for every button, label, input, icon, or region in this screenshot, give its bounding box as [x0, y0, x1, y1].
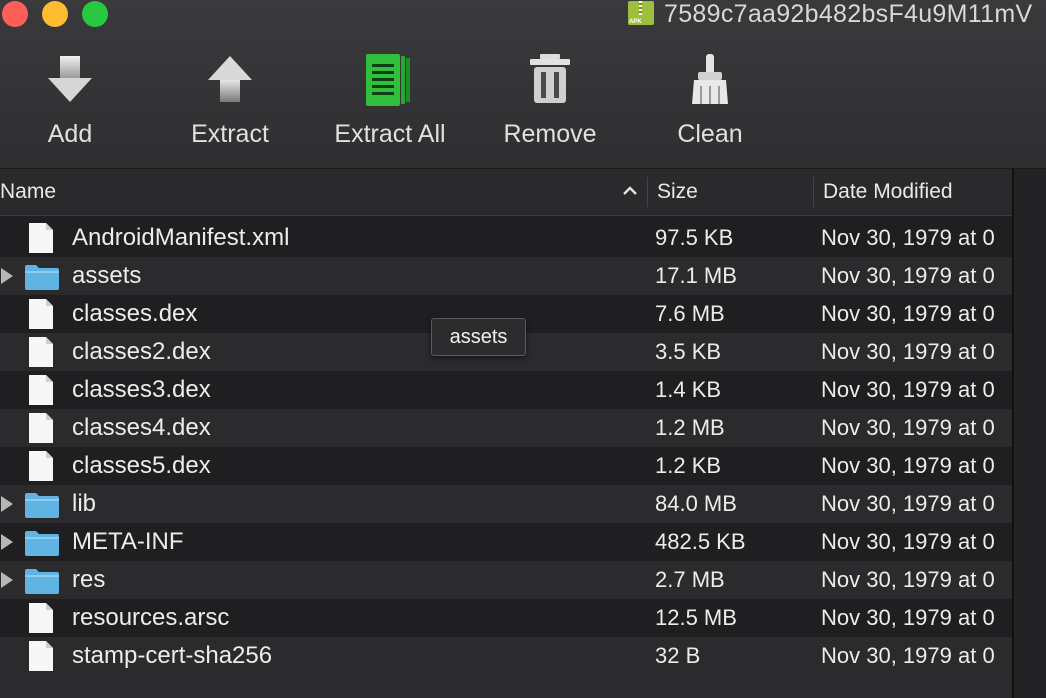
file-name: resources.arsc: [72, 604, 230, 631]
tooltip: assets: [431, 318, 526, 356]
file-name: classes3.dex: [72, 376, 211, 403]
file-row[interactable]: META-INF 482.5 KB Nov 30, 1979 at 0: [0, 523, 1012, 561]
file-date-modified: Nov 30, 1979 at 0: [821, 301, 995, 326]
clean-label: Clean: [677, 120, 743, 148]
column-header-size[interactable]: Size: [657, 169, 698, 215]
trash-icon: [530, 54, 570, 103]
extract-arrow-up-icon: [208, 56, 252, 102]
folder-icon: [25, 531, 59, 556]
document-file-icon: [29, 413, 53, 443]
disclosure-triangle-icon[interactable]: [1, 572, 13, 588]
minimize-window-button[interactable]: [42, 1, 68, 27]
file-name: classes.dex: [72, 300, 198, 327]
file-row[interactable]: assets 17.1 MB Nov 30, 1979 at 0: [0, 257, 1012, 295]
file-date-modified: Nov 30, 1979 at 0: [821, 263, 995, 288]
file-size: 7.6 MB: [655, 301, 725, 326]
disclosure-triangle-icon[interactable]: [1, 496, 13, 512]
clean-button[interactable]: Clean: [660, 46, 760, 156]
document-file-icon: [29, 375, 53, 405]
file-date-modified: Nov 30, 1979 at 0: [821, 377, 995, 402]
file-date-modified: Nov 30, 1979 at 0: [821, 415, 995, 440]
file-size: 32 B: [655, 643, 701, 668]
add-arrow-down-icon: [48, 56, 92, 102]
extract-all-button[interactable]: Extract All: [325, 46, 455, 156]
file-name: classes4.dex: [72, 414, 211, 441]
file-date-modified: Nov 30, 1979 at 0: [821, 529, 995, 554]
file-row[interactable]: AndroidManifest.xml 97.5 KB Nov 30, 1979 a…: [0, 219, 1012, 257]
add-label: Add: [47, 120, 93, 148]
file-name: stamp-cert-sha256: [72, 642, 273, 669]
file-list: AndroidManifest.xml 97.5 KB Nov 30, 1979 a…: [0, 219, 1012, 675]
file-size: 12.5 MB: [655, 605, 737, 630]
file-date-modified: Nov 30, 1979 at 0: [821, 605, 995, 630]
close-window-button[interactable]: [2, 1, 28, 27]
zoom-window-button[interactable]: [82, 1, 108, 27]
sort-ascending-icon[interactable]: [620, 181, 640, 201]
file-size: 17.1 MB: [655, 263, 737, 288]
file-date-modified: Nov 30, 1979 at 0: [821, 567, 995, 592]
file-name: res: [72, 566, 106, 593]
broom-icon: [692, 54, 728, 104]
file-size: 84.0 MB: [655, 491, 737, 516]
folder-icon: [25, 265, 59, 290]
add-button[interactable]: Add: [20, 46, 120, 156]
file-name: classes5.dex: [72, 452, 211, 479]
remove-button[interactable]: Remove: [495, 46, 605, 156]
toolbar-area: APK 7589c7aa92b482bsF4u9M11mV Add Extrac…: [0, 0, 1046, 169]
folder-icon: [25, 493, 59, 518]
file-row[interactable]: classes4.dex 1.2 MB Nov 30, 1979 at 0: [0, 409, 1012, 447]
document-file-icon: [29, 641, 53, 671]
file-date-modified: Nov 30, 1979 at 0: [821, 643, 995, 668]
file-name: lib: [72, 490, 97, 517]
column-header-name[interactable]: Name: [0, 169, 56, 215]
apk-file-icon: APK: [626, 1, 656, 27]
right-edge-panel: [1012, 169, 1046, 698]
disclosure-triangle-icon[interactable]: [1, 534, 13, 550]
document-file-icon: [29, 603, 53, 633]
extract-all-document-icon: [366, 54, 410, 106]
file-name: AndroidManifest.xml: [72, 224, 290, 251]
file-row[interactable]: stamp-cert-sha256 32 B Nov 30, 1979 at 0: [0, 637, 1012, 675]
file-name: META-INF: [72, 528, 184, 555]
window-title: 7589c7aa92b482bsF4u9M11mV: [664, 0, 1033, 28]
file-row[interactable]: classes5.dex 1.2 KB Nov 30, 1979 at 0: [0, 447, 1012, 485]
column-header-date[interactable]: Date Modified: [823, 169, 953, 215]
file-date-modified: Nov 30, 1979 at 0: [821, 453, 995, 478]
file-size: 97.5 KB: [655, 225, 734, 250]
file-date-modified: Nov 30, 1979 at 0: [821, 491, 995, 516]
extract-label: Extract: [191, 120, 269, 148]
window-title-area: APK 7589c7aa92b482bsF4u9M11mV: [626, 0, 1032, 28]
disclosure-triangle-icon[interactable]: [1, 268, 13, 284]
document-file-icon: [29, 337, 53, 367]
document-file-icon: [29, 223, 53, 253]
extract-button[interactable]: Extract: [180, 46, 280, 156]
file-date-modified: Nov 30, 1979 at 0: [821, 339, 995, 364]
list-footer: [0, 675, 1012, 698]
column-divider[interactable]: [647, 177, 648, 207]
file-size: 482.5 KB: [655, 529, 746, 554]
file-row[interactable]: lib 84.0 MB Nov 30, 1979 at 0: [0, 485, 1012, 523]
file-size: 1.4 KB: [655, 377, 722, 402]
file-row[interactable]: resources.arsc 12.5 MB Nov 30, 1979 at 0: [0, 599, 1012, 637]
extract-all-label: Extract All: [334, 120, 446, 148]
file-size: 1.2 MB: [655, 415, 725, 440]
file-date-modified: Nov 30, 1979 at 0: [821, 225, 995, 250]
document-file-icon: [29, 299, 53, 329]
remove-label: Remove: [503, 120, 597, 148]
column-divider[interactable]: [813, 177, 814, 207]
file-size: 3.5 KB: [655, 339, 722, 364]
file-name: classes2.dex: [72, 338, 211, 365]
file-size: 1.2 KB: [655, 453, 722, 478]
document-file-icon: [29, 451, 53, 481]
column-header: Name Size Date Modified: [0, 169, 1012, 216]
file-row[interactable]: res 2.7 MB Nov 30, 1979 at 0: [0, 561, 1012, 599]
file-name: assets: [72, 262, 142, 289]
file-size: 2.7 MB: [655, 567, 725, 592]
folder-icon: [25, 569, 59, 594]
file-row[interactable]: classes3.dex 1.4 KB Nov 30, 1979 at 0: [0, 371, 1012, 409]
